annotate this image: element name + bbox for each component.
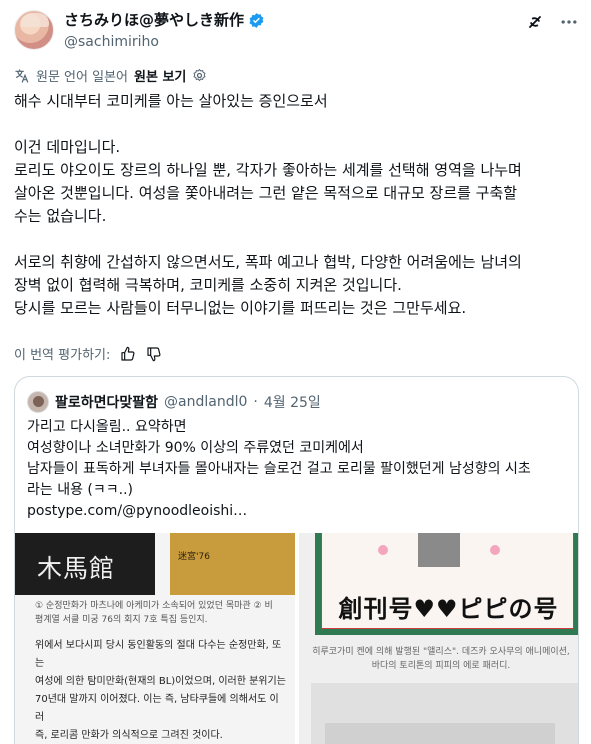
caption-line: 히루코가미 켄에 의해 발행된 "앨리스". 데즈카 오사무의 애니메이션, (312, 647, 570, 657)
post-body: 해수 시대부터 코미케를 아는 살아있는 증인으로서 이건 데마입니다. 로리도… (14, 90, 579, 320)
verified-badge-icon (249, 12, 264, 28)
post-line: 서로의 취향에 간섭하지 않으면서도, 폭파 예고나 협박, 다양한 어려움에는… (14, 253, 522, 271)
settings-icon[interactable] (192, 68, 207, 83)
post-line: 당시를 모르는 사람들이 터무니없는 이야기를 퍼뜨리는 것은 그만두세요. (14, 299, 467, 317)
scan-meikyu: 迷宮'76 (170, 533, 295, 595)
rate-translation: 이 번역 평가하기: (14, 344, 162, 363)
post-paragraph: 이건 데마입니다. 로리도 야오이도 장르의 하나일 뿐, 각자가 좋아하는 세… (14, 136, 579, 228)
quoted-post[interactable]: 팔로하면다맞팔함 @andlandl0 · 4월 25일 가리고 다시올림.. … (14, 376, 579, 744)
original-language: 원문 언어 일본어 (36, 70, 128, 85)
more-icon[interactable] (559, 12, 579, 32)
author-handle[interactable]: @sachimiriho (64, 32, 265, 52)
quoted-line: 남자들이 표독하게 부녀자들 몰아내자는 슬로건 걸고 로리물 팔이했던게 남성… (27, 461, 531, 477)
media-image-right[interactable]: 創刊号♥♥ピピの号 히루코가미 켄에 의해 발행된 "앨리스". 데즈카 오사무… (299, 533, 578, 744)
image-caption: ① 순정만화가 마츠나에 아케미가 소속되어 있었던 목마관 ② 비 평계열 서… (35, 599, 285, 627)
body-line: 즉, 로리콤 만화가 의식적으로 그려진 것이다. (35, 730, 223, 741)
post-paragraph: 해수 시대부터 코미케를 아는 살아있는 증인으로서 (14, 90, 579, 113)
scan-title-text: 木馬館 (37, 554, 116, 583)
translate-icon (15, 68, 29, 83)
author-name-text[interactable]: さちみりほ@夢やしき新作 (64, 10, 244, 30)
alice-poster: 創刊号♥♥ピピの号 (315, 533, 578, 635)
quoted-line: 여성향이나 소녀만화가 90% 이상의 주류였던 코미케에서 (27, 440, 364, 456)
grok-icon[interactable] (525, 12, 545, 32)
quoted-post-date[interactable]: 4월 25일 (264, 392, 321, 412)
scan-label-text: 迷宮'76 (178, 552, 210, 562)
show-original-button[interactable]: 원본 보기 (134, 66, 186, 85)
poster-panel: 創刊号♥♥ピピの号 (321, 533, 574, 629)
image-caption: 히루코가미 켄에 의해 발행된 "앨리스". 데즈카 오사무의 애니메이션, 바… (307, 645, 575, 673)
quoted-link[interactable]: postype.com/@pynoodleoishi… (27, 501, 567, 522)
caption-line: 바다의 토리톤의 피피의 에로 패러디. (371, 661, 511, 671)
body-line: 위에서 보다시피 당시 동인활동의 절대 다수는 순정만화, 또는 (35, 640, 282, 669)
post-line: 해수 시대부터 코미케를 아는 살아있는 증인으로서 (14, 92, 328, 110)
quoted-post-header: 팔로하면다맞팔함 @andlandl0 · 4월 25일 (27, 391, 321, 413)
thumbs-down-icon[interactable] (146, 346, 162, 362)
body-line: 70년대 말까지 이어졌다. 이는 즉, 남타쿠들에 의해서도 이러 (35, 694, 279, 723)
author-names: さちみりほ@夢やしき新作 @sachimiriho (64, 10, 265, 52)
thumbs-up-icon[interactable] (120, 346, 136, 362)
heart-decoration (378, 545, 388, 555)
media-image-left[interactable]: 木馬館 迷宮'76 ① 순정만화가 마츠나에 아케미가 소속되어 있었던 목마관… (15, 533, 295, 744)
caption-line: 평계열 서클 미궁 76의 회지 7호 특집 등인지. (35, 615, 208, 625)
quoted-post-body: 가리고 다시올림.. 요약하면 여성향이나 소녀만화가 90% 이상의 주류였던… (27, 417, 567, 522)
quoted-author-handle[interactable]: @andlandl0 (164, 394, 247, 410)
separator-dot: · (253, 394, 258, 410)
author-avatar[interactable] (14, 10, 54, 50)
post-header: さちみりほ@夢やしき新作 @sachimiriho (14, 10, 579, 54)
poster-title: 創刊号♥♥ピピの号 (338, 595, 559, 623)
blurred-area (418, 533, 460, 567)
caption-line: ① 순정만화가 마츠나에 아케미가 소속되어 있었던 목마관 ② 비 (35, 601, 273, 611)
quoted-line: 가리고 다시올림.. 요약하면 (27, 419, 187, 435)
body-line: 여성에 의한 탐미만화(현재의 BL)이었으며, 이러한 분위기는 (35, 676, 286, 687)
post-paragraph: 서로의 취향에 간섭하지 않으면서도, 폭파 예고나 협박, 다양한 어려움에는… (14, 251, 579, 320)
post-line: 살아온 것뿐입니다. 여성을 쫓아내려는 그런 얕은 목적으로 대규모 장르를 … (14, 184, 518, 202)
heart-decoration (490, 545, 500, 555)
quoted-author-avatar[interactable] (27, 391, 49, 413)
quoted-media: 木馬館 迷宮'76 ① 순정만화가 마츠나에 아케미가 소속되어 있었던 목마관… (15, 533, 578, 744)
scan-lower-detail (325, 723, 555, 744)
header-actions (525, 12, 579, 32)
post-line: 로리도 야오이도 장르의 하나일 뿐, 각자가 좋아하는 세계를 선택해 영역을… (14, 161, 522, 179)
translation-notice: 원문 언어 일본어 원본 보기 (14, 66, 207, 85)
scan-mokbakan: 木馬館 (15, 533, 155, 595)
quoted-author-name[interactable]: 팔로하면다맞팔함 (55, 392, 158, 412)
rate-translation-label: 이 번역 평가하기: (14, 348, 111, 363)
image-body-text: 위에서 보다시피 당시 동인활동의 절대 다수는 순정만화, 또는 여성에 의한… (35, 637, 287, 744)
quoted-line: 라는 내용 (ㅋㅋ..) (27, 482, 134, 498)
post-line: 장벽 없이 협력해 극복하며, 코미케를 소중히 지켜온 것입니다. (14, 276, 402, 294)
post-line: 이건 데마입니다. (14, 138, 121, 156)
author-display-name[interactable]: さちみりほ@夢やしき新作 (64, 10, 265, 30)
post-line: 수는 없습니다. (14, 207, 107, 225)
